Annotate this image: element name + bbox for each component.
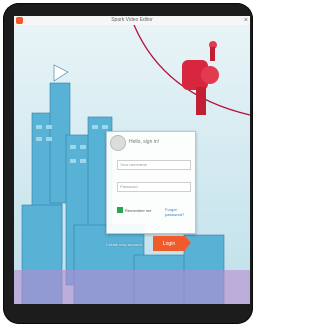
avatar-icon	[110, 135, 126, 151]
login-greeting: Hello, sign in!	[129, 139, 160, 145]
login-button[interactable]: Login	[153, 236, 191, 251]
window-title: Spark Video Editor	[111, 17, 153, 23]
forgot-password-link[interactable]: Forgot password?	[165, 207, 195, 217]
remember-me[interactable]: Remember me	[117, 207, 151, 213]
device-frame: Spark Video Editor × Hello, sign in! You…	[3, 3, 253, 324]
checkbox-icon[interactable]	[117, 207, 123, 213]
login-dialog: Hello, sign in! Remember me Forgot passw…	[106, 131, 196, 234]
password-input[interactable]	[117, 182, 191, 192]
remember-label: Remember me	[125, 207, 152, 213]
username-input[interactable]	[117, 160, 191, 170]
close-icon[interactable]: ×	[244, 16, 248, 25]
app-window: Spark Video Editor × Hello, sign in! You…	[14, 16, 250, 304]
create-account-link[interactable]: Create new account	[106, 242, 142, 247]
